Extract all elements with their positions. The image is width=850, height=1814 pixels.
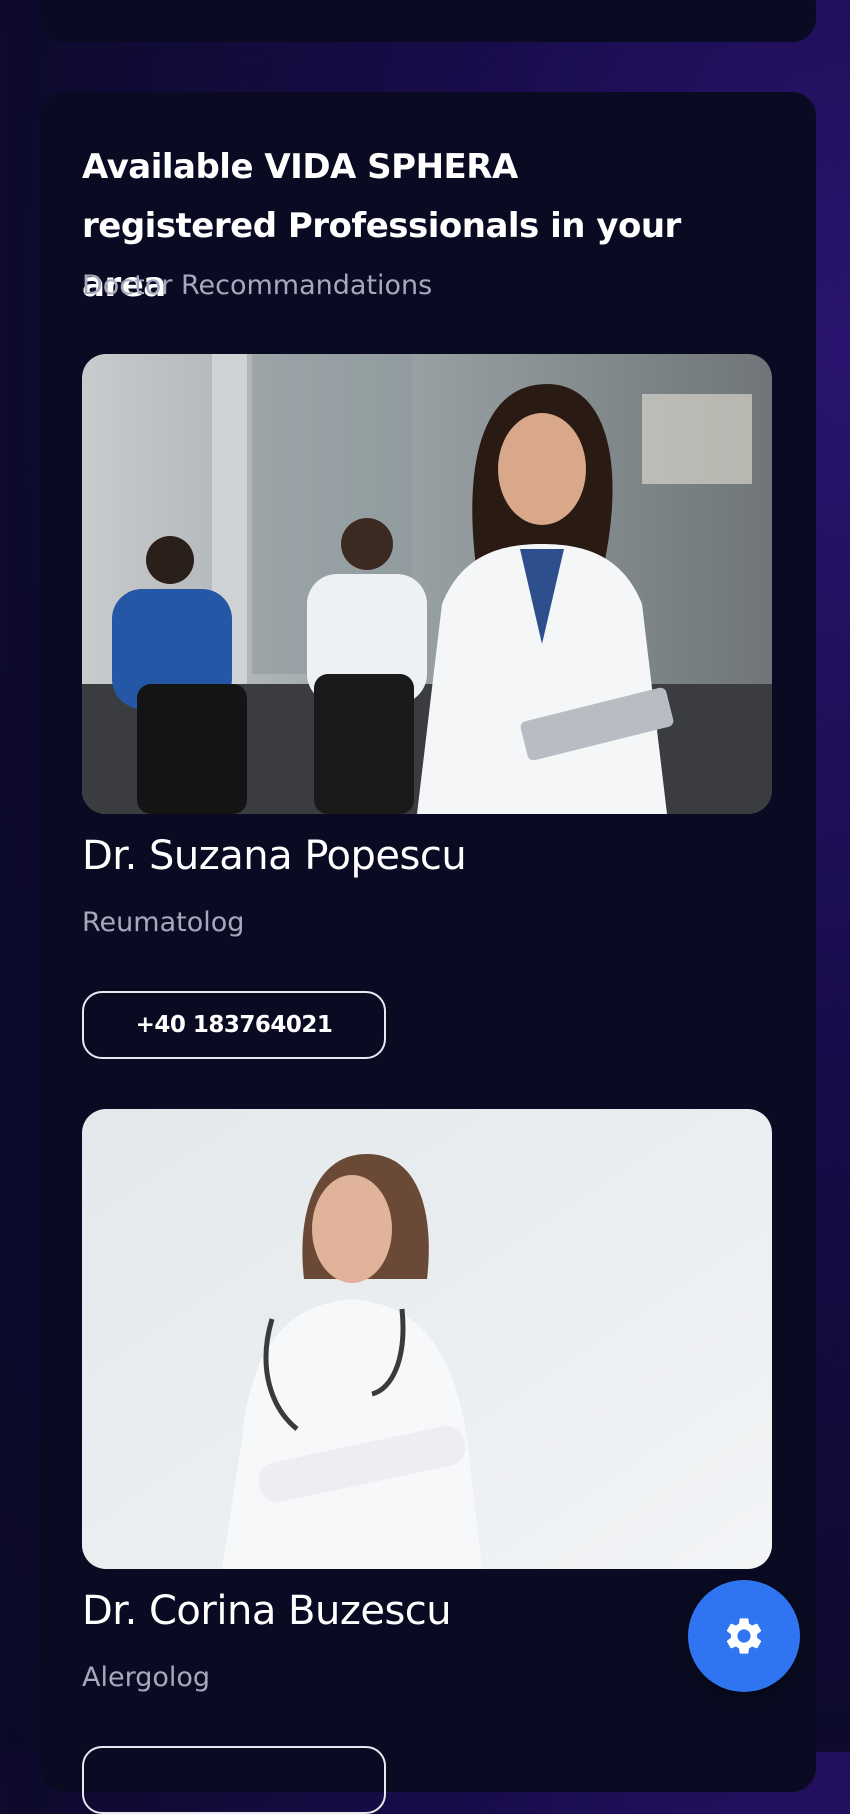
phone-button[interactable] — [82, 1746, 386, 1814]
section-subtitle: Doctor Recommandations — [82, 270, 433, 301]
doctor-photo — [82, 354, 772, 814]
gear-icon — [726, 1618, 762, 1654]
doctor-specialty: Reumatolog — [82, 907, 245, 938]
doctor-photo — [82, 1109, 772, 1569]
settings-button[interactable] — [688, 1580, 800, 1692]
doctor-name: Dr. Corina Buzescu — [82, 1588, 452, 1634]
phone-button[interactable]: +40 183764021 — [82, 991, 386, 1059]
doctor-specialty: Alergolog — [82, 1662, 211, 1693]
top-card — [40, 0, 816, 42]
doctor-name: Dr. Suzana Popescu — [82, 833, 467, 879]
